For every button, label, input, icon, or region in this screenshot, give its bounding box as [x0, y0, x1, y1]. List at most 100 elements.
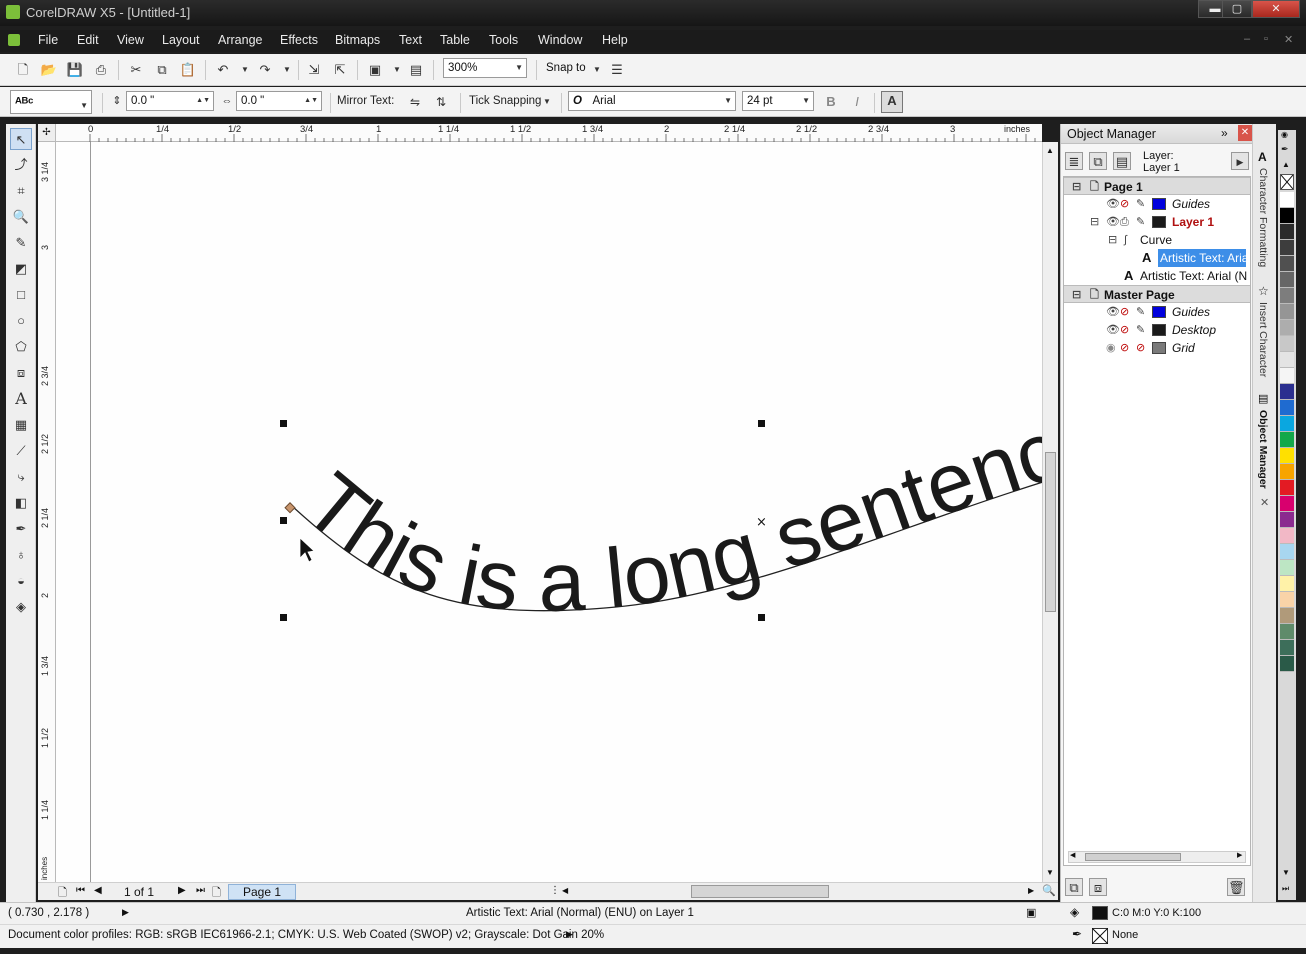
- bold-button[interactable]: B: [822, 93, 840, 111]
- palette-color-swatch[interactable]: [1280, 320, 1294, 336]
- add-page-after-icon[interactable]: 🗋: [212, 884, 221, 903]
- mirror-vertical-icon[interactable]: ⇅: [432, 93, 450, 111]
- selection-handle[interactable]: [280, 614, 287, 621]
- rectangle-tool-icon[interactable]: □: [10, 284, 32, 306]
- freehand-tool-icon[interactable]: ✎: [10, 232, 32, 254]
- palette-color-swatch[interactable]: [1280, 416, 1294, 432]
- scroll-down-icon[interactable]: ▼: [1046, 868, 1054, 877]
- selection-handle[interactable]: [280, 420, 287, 427]
- launcher-dropdown-icon[interactable]: ▼: [388, 61, 406, 79]
- scroll-left-icon[interactable]: ◀: [562, 886, 568, 895]
- tree-artistic-text[interactable]: A Artistic Text: Arial (N: [1064, 267, 1250, 285]
- interactive-fill-tool-icon[interactable]: ◈: [10, 596, 32, 618]
- menu-window[interactable]: Window: [538, 33, 582, 47]
- close-button[interactable]: ✕: [1252, 0, 1300, 18]
- palette-color-swatch[interactable]: [1280, 656, 1294, 672]
- outline-none-icon[interactable]: [1092, 928, 1108, 944]
- previous-page-icon[interactable]: ◀: [94, 885, 102, 896]
- vertical-scrollbar[interactable]: ▲ ▼: [1042, 142, 1058, 882]
- blend-tool-icon[interactable]: ◧: [10, 492, 32, 514]
- table-tool-icon[interactable]: ▦: [10, 414, 32, 436]
- new-document-icon[interactable]: 🗋: [14, 61, 32, 79]
- menu-text[interactable]: Text: [399, 33, 422, 47]
- shape-tool-icon[interactable]: ⤴: [10, 154, 32, 176]
- menu-file[interactable]: File: [38, 33, 58, 47]
- print-disabled-icon[interactable]: ⊘: [1120, 339, 1129, 357]
- tree-page-1[interactable]: ⊟ 🗋 Page 1: [1064, 177, 1250, 195]
- tree-layer-1[interactable]: ⊟ 👁 ⎙ ✎ Layer 1: [1064, 213, 1250, 231]
- tab-insert-character[interactable]: Insert Character: [1257, 302, 1269, 377]
- menu-tools[interactable]: Tools: [489, 33, 518, 47]
- layer-color-swatch[interactable]: [1152, 342, 1166, 354]
- tab-object-manager[interactable]: Object Manager: [1257, 410, 1269, 489]
- palette-color-swatch[interactable]: [1280, 592, 1294, 608]
- layer-manager-view-icon[interactable]: ▤: [1113, 152, 1131, 170]
- palette-color-swatch[interactable]: [1280, 576, 1294, 592]
- palette-expand-icon[interactable]: ⏭: [1282, 884, 1289, 894]
- palette-color-swatch[interactable]: [1280, 640, 1294, 656]
- palette-color-swatch[interactable]: [1280, 224, 1294, 240]
- ruler-origin-icon[interactable]: ✢: [38, 124, 56, 142]
- palette-color-swatch[interactable]: [1280, 512, 1294, 528]
- mdi-minimize-button[interactable]: –: [1244, 33, 1250, 45]
- pencil-icon[interactable]: ✎: [1136, 213, 1145, 231]
- scroll-up-icon[interactable]: ▲: [1046, 146, 1054, 155]
- next-page-icon[interactable]: ▶: [178, 885, 186, 896]
- layer-color-swatch[interactable]: [1152, 306, 1166, 318]
- eyedropper-tool-icon[interactable]: ✒: [10, 518, 32, 540]
- palette-color-swatch[interactable]: [1280, 256, 1294, 272]
- eyedropper-icon[interactable]: ✒: [1281, 144, 1289, 155]
- fill-color-swatch[interactable]: [1092, 906, 1108, 920]
- palette-color-swatch[interactable]: [1280, 240, 1294, 256]
- vertical-scroll-thumb[interactable]: [1045, 452, 1056, 612]
- show-properties-icon[interactable]: ≣: [1065, 152, 1083, 170]
- ellipse-tool-icon[interactable]: ○: [10, 310, 32, 332]
- palette-color-swatch[interactable]: [1280, 624, 1294, 640]
- collapse-icon[interactable]: ⊟: [1108, 231, 1117, 249]
- scroll-right-icon[interactable]: ▶: [1028, 886, 1034, 895]
- palette-color-swatch[interactable]: [1280, 464, 1294, 480]
- palette-color-swatch[interactable]: [1280, 368, 1294, 384]
- distance-from-path-input[interactable]: 0.0 " ▲▼: [126, 91, 214, 111]
- selection-handle[interactable]: [280, 517, 287, 524]
- edit-across-layers-icon[interactable]: ⧉: [1089, 152, 1107, 170]
- selection-handle[interactable]: [758, 420, 765, 427]
- collapse-icon[interactable]: ⊟: [1090, 213, 1099, 231]
- page-tab[interactable]: Page 1: [228, 884, 296, 900]
- zoom-level-combo[interactable]: 300% ▼: [443, 58, 527, 78]
- layer-color-swatch[interactable]: [1152, 324, 1166, 336]
- edit-text-icon[interactable]: A: [881, 91, 903, 113]
- font-size-combo[interactable]: 24 pt ▼: [742, 91, 814, 111]
- horizontal-offset-input[interactable]: 0.0 " ▲▼: [236, 91, 322, 111]
- no-color-swatch[interactable]: [1280, 174, 1294, 190]
- drawing-canvas[interactable]: This is a long sentence that follows a c…: [56, 142, 1042, 882]
- undo-icon[interactable]: ↶: [214, 61, 232, 79]
- collapse-icon[interactable]: ⊟: [1072, 178, 1081, 196]
- palette-color-swatch[interactable]: [1280, 272, 1294, 288]
- cut-icon[interactable]: ✂: [127, 61, 145, 79]
- snap-to-dropdown-icon[interactable]: ▼: [588, 61, 606, 79]
- palette-color-swatch[interactable]: [1280, 384, 1294, 400]
- horizontal-scroll-thumb[interactable]: [691, 885, 829, 898]
- fill-tool-icon[interactable]: ◒: [10, 570, 32, 592]
- zoom-tool-icon[interactable]: 🔍: [10, 206, 32, 228]
- palette-color-swatch[interactable]: [1280, 400, 1294, 416]
- palette-options-icon[interactable]: ◉: [1281, 130, 1288, 139]
- new-master-layer-icon[interactable]: ⧈: [1089, 878, 1107, 896]
- palette-color-swatch[interactable]: [1280, 192, 1294, 208]
- tree-grid[interactable]: ◉ ⊘ ⊘ Grid: [1064, 339, 1250, 357]
- print-disabled-icon[interactable]: ⊘: [1120, 303, 1129, 321]
- open-icon[interactable]: 📂: [40, 61, 58, 79]
- last-page-icon[interactable]: ⏭: [196, 885, 205, 896]
- tick-snapping-dropdown-icon[interactable]: ▼: [538, 93, 556, 111]
- basic-shapes-tool-icon[interactable]: ⧈: [10, 362, 32, 384]
- pick-tool-icon[interactable]: ↖: [10, 128, 32, 150]
- selection-handle[interactable]: [758, 614, 765, 621]
- paste-icon[interactable]: 📋: [179, 61, 197, 79]
- palette-color-swatch[interactable]: [1280, 496, 1294, 512]
- palette-color-swatch[interactable]: [1280, 544, 1294, 560]
- eye-hidden-icon[interactable]: ◉: [1106, 339, 1116, 357]
- import-icon[interactable]: ⇲: [305, 61, 323, 79]
- pencil-icon[interactable]: ✎: [1136, 303, 1145, 321]
- outline-tool-icon[interactable]: ♁: [10, 544, 32, 566]
